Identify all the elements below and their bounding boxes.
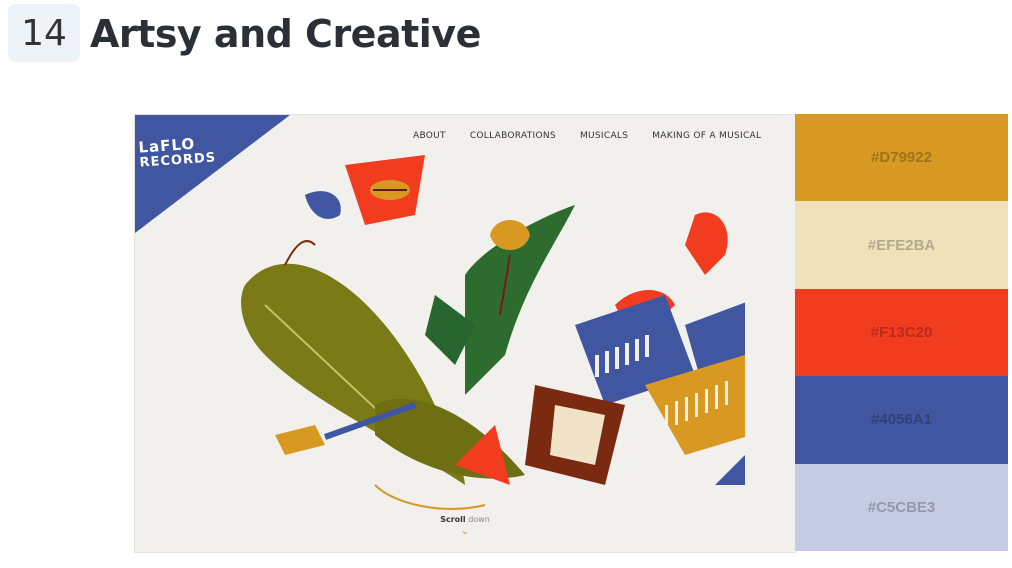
nav-making-of-a-musical[interactable]: MAKING OF A MUSICAL xyxy=(652,131,761,141)
swatch-1: #D79922 xyxy=(795,114,1008,202)
nav-about[interactable]: ABOUT xyxy=(413,131,446,141)
swatch-2: #EFE2BA xyxy=(795,201,1008,289)
swatch-label: #EFE2BA xyxy=(867,236,936,254)
site-logo[interactable]: LaFLO RECORDS xyxy=(138,134,217,171)
swatch-label: #4056A1 xyxy=(871,411,932,429)
scroll-label-2: down xyxy=(468,515,490,524)
nav-collaborations[interactable]: COLLABORATIONS xyxy=(470,131,556,141)
swatch-4: #4056A1 xyxy=(795,376,1008,464)
color-palette: #D79922 #EFE2BA #F13C20 #4056A1 #C5CBE3 xyxy=(795,114,1008,552)
section-number: 14 xyxy=(21,12,67,54)
section-title: Artsy and Creative xyxy=(90,12,481,56)
site-nav: ABOUT COLLABORATIONS MUSICALS MAKING OF … xyxy=(413,131,761,141)
swatch-5: #C5CBE3 xyxy=(795,463,1008,552)
scroll-label: Scroll xyxy=(440,515,466,524)
chevron-down-icon: ⌄ xyxy=(460,526,470,537)
hero-illustration xyxy=(241,155,745,510)
website-screenshot: LaFLO RECORDS ABOUT COLLABORATIONS MUSIC… xyxy=(134,114,796,553)
section-number-badge: 14 xyxy=(8,4,80,62)
swatch-label: #D79922 xyxy=(871,149,932,167)
nav-musicals[interactable]: MUSICALS xyxy=(580,131,628,141)
swatch-3: #F13C20 xyxy=(795,288,1008,377)
scroll-down-hint[interactable]: Scroll down ⌄ xyxy=(135,515,795,537)
swatch-label: #C5CBE3 xyxy=(867,498,936,516)
swatch-label: #F13C20 xyxy=(870,324,933,342)
